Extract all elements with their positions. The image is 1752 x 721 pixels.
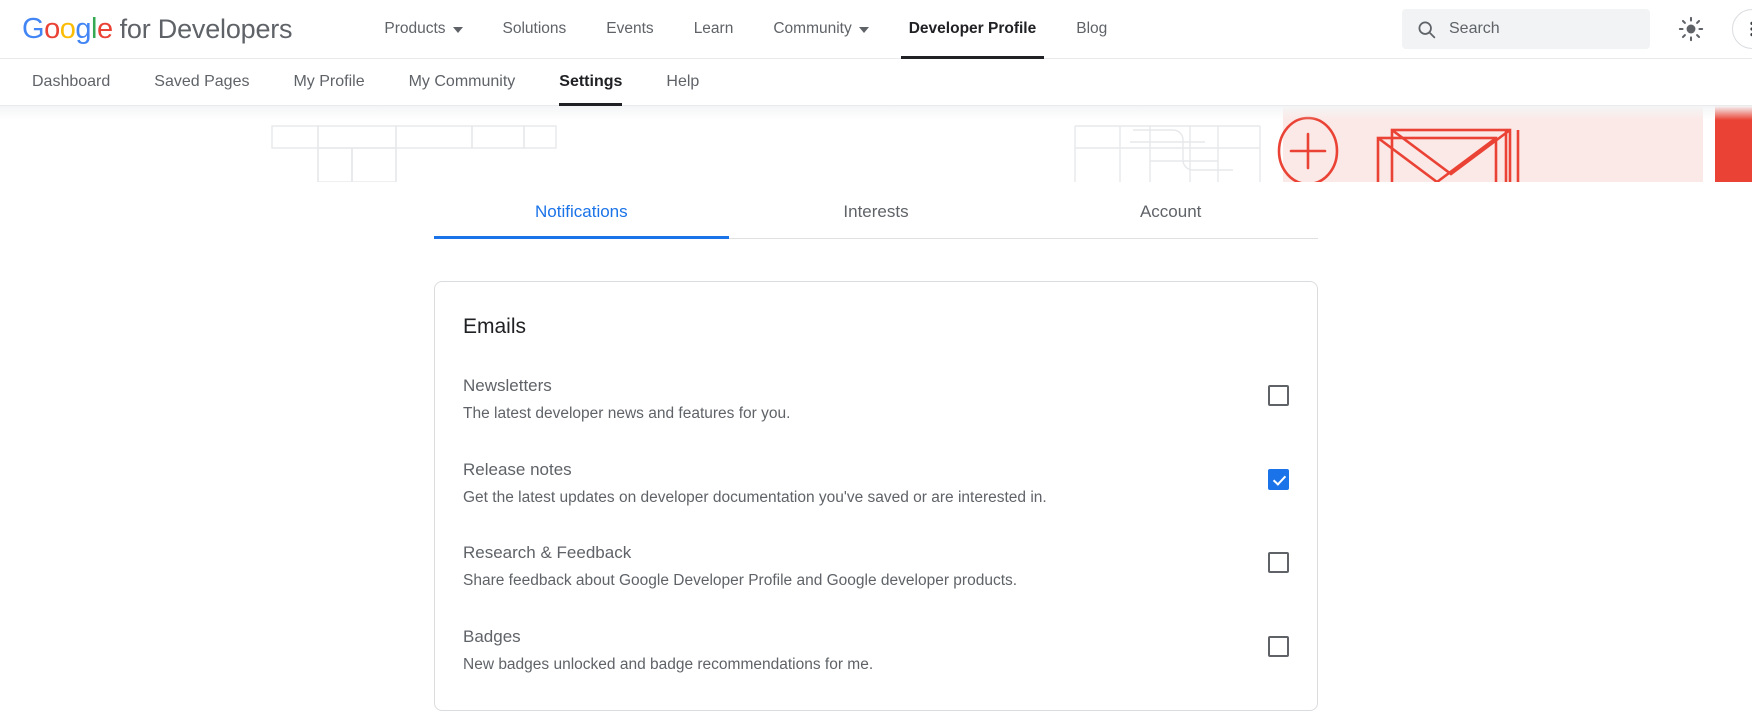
checkbox-newsletters[interactable] xyxy=(1268,385,1289,406)
hero-grid-left xyxy=(272,126,556,182)
logo-letter-g2: g xyxy=(75,13,91,45)
nav-item-learn[interactable]: Learn xyxy=(674,0,754,59)
secondary-navigation: Dashboard Saved Pages My Profile My Comm… xyxy=(0,59,1752,106)
nav-item-blog[interactable]: Blog xyxy=(1056,0,1127,59)
checkbox-badges[interactable] xyxy=(1268,636,1289,657)
preference-row-release-notes: Release notes Get the latest updates on … xyxy=(463,459,1289,543)
logo-letter-o2: o xyxy=(60,13,76,45)
subnav-item-my-profile[interactable]: My Profile xyxy=(271,59,386,106)
chevron-down-icon xyxy=(859,27,869,33)
preference-name: Badges xyxy=(463,626,1238,649)
hero-top-fade xyxy=(0,106,1752,120)
chevron-down-icon xyxy=(453,27,463,33)
tab-notifications[interactable]: Notifications xyxy=(434,182,729,238)
preference-row-badges: Badges New badges unlocked and badge rec… xyxy=(463,626,1289,680)
settings-tabs: Notifications Interests Account xyxy=(434,182,1318,239)
subnav-item-saved-pages[interactable]: Saved Pages xyxy=(132,59,271,106)
google-wordmark: Google xyxy=(22,13,113,46)
preference-description: Get the latest updates on developer docu… xyxy=(463,487,1238,509)
nav-label: Community xyxy=(773,20,851,38)
preference-description: Share feedback about Google Developer Pr… xyxy=(463,570,1238,592)
preference-text: Badges New badges unlocked and badge rec… xyxy=(463,626,1268,676)
nav-label: Developer Profile xyxy=(909,20,1037,38)
more-vert-icon xyxy=(1742,19,1752,39)
nav-item-solutions[interactable]: Solutions xyxy=(483,0,587,59)
preference-name: Research & Feedback xyxy=(463,542,1238,565)
settings-content: Notifications Interests Account Emails N… xyxy=(0,182,1752,711)
preference-text: Newsletters The latest developer news an… xyxy=(463,375,1268,425)
search-placeholder: Search xyxy=(1449,20,1500,38)
nav-item-products[interactable]: Products xyxy=(364,0,482,59)
emails-settings-card: Emails Newsletters The latest developer … xyxy=(434,281,1318,711)
sun-icon xyxy=(1678,16,1704,42)
tab-account[interactable]: Account xyxy=(1023,182,1318,238)
subnav-item-dashboard[interactable]: Dashboard xyxy=(10,59,132,106)
subnav-item-my-community[interactable]: My Community xyxy=(387,59,538,106)
hero-banner xyxy=(0,106,1752,182)
nav-label: Learn xyxy=(694,20,734,38)
preference-name: Newsletters xyxy=(463,375,1238,398)
logo-letter-e: e xyxy=(97,13,113,45)
preference-row-newsletters: Newsletters The latest developer news an… xyxy=(463,375,1289,459)
logo-letter-o1: o xyxy=(44,13,60,45)
preference-description: The latest developer news and features f… xyxy=(463,403,1238,425)
nav-label: Blog xyxy=(1076,20,1107,38)
subnav-item-help[interactable]: Help xyxy=(644,59,721,106)
hero-grid-right xyxy=(1075,126,1260,182)
primary-navigation: Products Solutions Events Learn Communit… xyxy=(364,0,1127,59)
search-input[interactable]: Search xyxy=(1402,9,1650,49)
overflow-menu-button[interactable] xyxy=(1732,9,1752,49)
brand-suffix: for Developers xyxy=(120,14,293,45)
preference-description: New badges unlocked and badge recommenda… xyxy=(463,654,1238,676)
preference-text: Release notes Get the latest updates on … xyxy=(463,459,1268,509)
subnav-item-settings[interactable]: Settings xyxy=(537,59,644,106)
nav-label: Solutions xyxy=(503,20,567,38)
preference-text: Research & Feedback Share feedback about… xyxy=(463,542,1268,592)
top-header: Google for Developers Products Solutions… xyxy=(0,0,1752,59)
tab-interests[interactable]: Interests xyxy=(729,182,1024,238)
header-actions: Search xyxy=(1402,9,1752,49)
checkbox-research-feedback[interactable] xyxy=(1268,552,1289,573)
search-icon xyxy=(1416,19,1437,40)
nav-label: Events xyxy=(606,20,653,38)
logo-letter-g: G xyxy=(22,13,44,45)
preference-name: Release notes xyxy=(463,459,1238,482)
nav-label: Products xyxy=(384,20,445,38)
theme-toggle-button[interactable] xyxy=(1672,10,1710,48)
card-title: Emails xyxy=(463,315,1289,339)
checkbox-release-notes[interactable] xyxy=(1268,469,1289,490)
site-logo[interactable]: Google for Developers xyxy=(0,13,292,46)
nav-item-events[interactable]: Events xyxy=(586,0,673,59)
preference-row-research-feedback: Research & Feedback Share feedback about… xyxy=(463,542,1289,626)
nav-item-community[interactable]: Community xyxy=(753,0,888,59)
nav-item-developer-profile[interactable]: Developer Profile xyxy=(889,0,1057,59)
